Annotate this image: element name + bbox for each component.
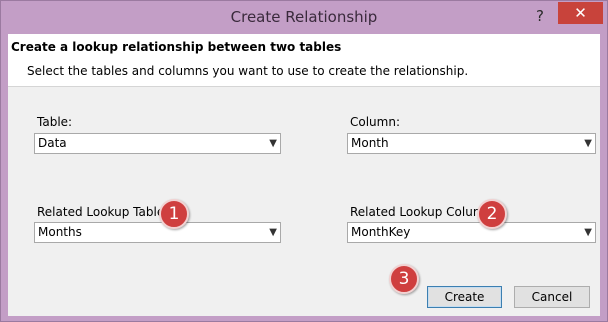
column-select-value: Month — [351, 136, 389, 150]
help-button[interactable]: ? — [527, 5, 553, 27]
related-table-label: Related Lookup Table: — [37, 205, 169, 219]
header-subtitle: Select the tables and columns you want t… — [27, 64, 469, 78]
table-label: Table: — [37, 115, 73, 129]
chevron-down-icon: ▼ — [269, 227, 277, 238]
create-button[interactable]: Create — [427, 286, 502, 308]
header-panel: Create a lookup relationship between two… — [8, 34, 600, 87]
related-column-select[interactable]: MonthKey ▼ — [347, 222, 596, 243]
related-table-select-value: Months — [38, 225, 82, 239]
callout-badge-3: 3 — [389, 264, 419, 294]
header-title: Create a lookup relationship between two… — [11, 40, 342, 54]
related-column-select-value: MonthKey — [351, 225, 411, 239]
title-bar[interactable]: Create Relationship ? ✕ — [1, 1, 607, 34]
close-icon: ✕ — [574, 4, 587, 22]
table-select[interactable]: Data ▼ — [34, 133, 281, 154]
callout-badge-1: 1 — [159, 199, 189, 229]
chevron-down-icon: ▼ — [584, 227, 592, 238]
column-label: Column: — [350, 115, 400, 129]
dialog-title: Create Relationship — [230, 8, 378, 26]
close-button[interactable]: ✕ — [558, 2, 603, 24]
chevron-down-icon: ▼ — [584, 138, 592, 149]
cancel-button[interactable]: Cancel — [514, 286, 590, 308]
table-select-value: Data — [38, 136, 67, 150]
chevron-down-icon: ▼ — [269, 138, 277, 149]
related-column-label: Related Lookup Column: — [350, 205, 497, 219]
callout-badge-2: 2 — [477, 199, 507, 229]
related-table-select[interactable]: Months ▼ — [34, 222, 281, 243]
column-select[interactable]: Month ▼ — [347, 133, 596, 154]
dialog-window: Create Relationship ? ✕ Create a lookup … — [0, 0, 608, 322]
dialog-body: Create a lookup relationship between two… — [8, 34, 600, 316]
